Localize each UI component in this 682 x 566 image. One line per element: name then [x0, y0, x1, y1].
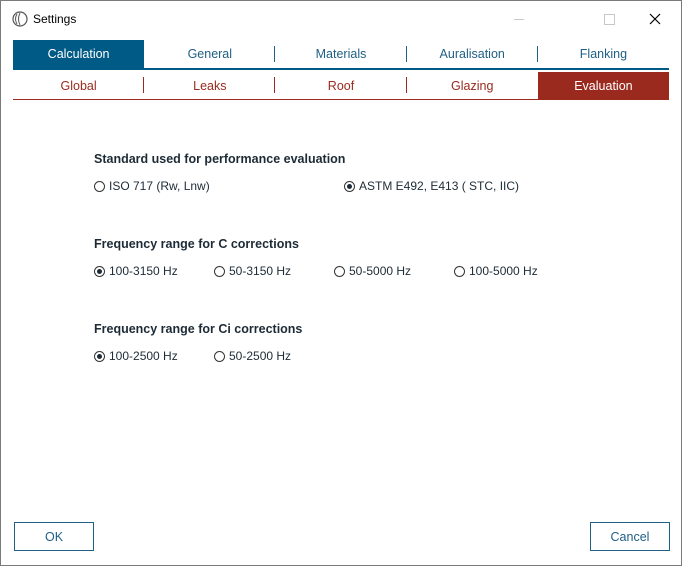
radio-button[interactable] [94, 265, 105, 277]
radio-button[interactable] [94, 350, 105, 362]
tab-materials[interactable]: Materials [275, 40, 407, 68]
radio-label: 50-5000 Hz [349, 264, 412, 278]
radio-button[interactable] [344, 180, 355, 192]
radio-label: 100-3150 Hz [109, 264, 178, 278]
radio-button[interactable] [334, 265, 345, 277]
tab-label: Roof [327, 78, 355, 93]
radio-label: 100-2500 Hz [109, 349, 178, 363]
tab-glazing[interactable]: Glazing [407, 72, 538, 99]
radio-c-50-3150[interactable]: 50-3150 Hz [214, 264, 291, 278]
primary-tab-bar: Calculation General Materials Auralisati… [13, 40, 669, 70]
radio-label: 50-3150 Hz [229, 264, 292, 278]
radio-button[interactable] [214, 265, 225, 277]
tab-label: Global [60, 78, 97, 93]
radio-label: 100-5000 Hz [469, 264, 538, 278]
settings-window: Settings Calculation General Materials A… [0, 0, 682, 566]
tab-label: Leaks [193, 78, 227, 93]
radio-c-100-5000[interactable]: 100-5000 Hz [454, 264, 538, 278]
radio-ci-50-2500[interactable]: 50-2500 Hz [214, 349, 291, 363]
tab-evaluation[interactable]: Evaluation [537, 72, 670, 99]
freq-ci-section-title: Frequency range for Ci corrections [94, 322, 303, 336]
tab-flanking[interactable]: Flanking [538, 40, 669, 68]
ok-button[interactable]: OK [14, 522, 94, 551]
tab-global[interactable]: Global [13, 72, 145, 99]
minimize-icon [514, 18, 524, 20]
tab-roof[interactable]: Roof [275, 72, 407, 99]
radio-button[interactable] [214, 350, 225, 362]
radio-button[interactable] [94, 180, 105, 192]
tab-label: Flanking [579, 47, 628, 61]
close-button[interactable] [633, 5, 677, 33]
radio-ci-100-2500[interactable]: 100-2500 Hz [94, 349, 178, 363]
radio-label: 50-2500 Hz [229, 349, 292, 363]
radio-label: ASTM E492, E413 ( STC, IIC) [359, 179, 520, 193]
radio-button[interactable] [454, 265, 465, 277]
tab-label: Calculation [47, 47, 110, 61]
tab-label: Materials [315, 47, 367, 61]
tab-label: General [187, 47, 233, 61]
tab-auralisation[interactable]: Auralisation [407, 40, 538, 68]
maximize-button[interactable] [587, 5, 631, 33]
maximize-icon [603, 13, 615, 25]
standard-section-title: Standard used for performance evaluation [94, 152, 346, 166]
tab-label: Auralisation [439, 47, 505, 61]
close-icon [649, 13, 661, 25]
tab-label: Glazing [451, 78, 494, 93]
radio-astm[interactable]: ASTM E492, E413 ( STC, IIC) [344, 179, 519, 193]
title-bar: Settings [1, 1, 681, 37]
window-title: Settings [33, 12, 77, 26]
tab-calculation[interactable]: Calculation [13, 40, 145, 68]
app-logo-icon [12, 11, 28, 27]
tab-leaks[interactable]: Leaks [144, 72, 276, 99]
tab-general[interactable]: General [144, 40, 276, 68]
cancel-button[interactable]: Cancel [590, 522, 670, 551]
tab-label: Evaluation [574, 78, 633, 93]
radio-label: ISO 717 (Rw, Lnw) [109, 179, 210, 193]
secondary-tab-bar: Global Leaks Roof Glazing Evaluation [13, 72, 670, 100]
minimize-button[interactable] [497, 5, 541, 33]
radio-iso-717[interactable]: ISO 717 (Rw, Lnw) [94, 179, 210, 193]
radio-c-100-3150[interactable]: 100-3150 Hz [94, 264, 178, 278]
freq-c-section-title: Frequency range for C corrections [94, 237, 299, 251]
radio-c-50-5000[interactable]: 50-5000 Hz [334, 264, 411, 278]
